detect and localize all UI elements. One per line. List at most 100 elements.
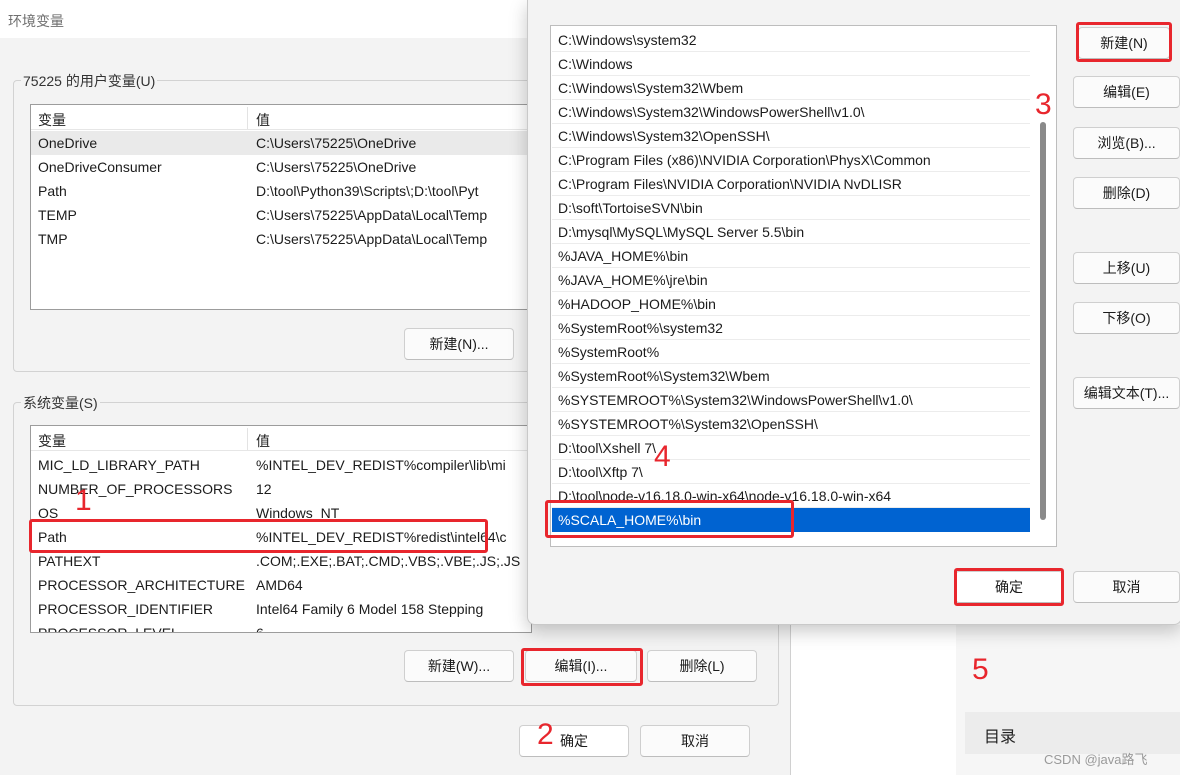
variable-name: NUMBER_OF_PROCESSORS bbox=[38, 481, 233, 497]
variable-name: PROCESSOR_IDENTIFIER bbox=[38, 601, 214, 617]
path-entry-row[interactable]: %SYSTEMROOT%\System32\OpenSSH\ bbox=[552, 412, 1030, 436]
variable-name: Path bbox=[38, 183, 67, 199]
path-entry-text: D:\tool\Xshell 7\ bbox=[558, 440, 657, 456]
watermark: CSDN @java路飞 bbox=[1044, 752, 1148, 767]
highlight-ok-button bbox=[954, 568, 1064, 606]
path-browse-button[interactable]: 浏览(B)... bbox=[1073, 127, 1180, 159]
system-variable-row[interactable]: MIC_LD_LIBRARY_PATH %INTEL_DEV_REDIST%co… bbox=[31, 453, 531, 477]
path-entry-text: C:\Windows\System32\OpenSSH\ bbox=[558, 128, 770, 144]
variable-name: TMP bbox=[38, 231, 68, 247]
column-header-value[interactable]: 值 bbox=[256, 431, 270, 451]
step-1-number: 1 bbox=[75, 484, 92, 517]
step-2-number: 2 bbox=[537, 718, 554, 751]
user-variable-row[interactable]: Path D:\tool\Python39\Scripts\;D:\tool\P… bbox=[31, 179, 531, 203]
system-variable-row[interactable]: PROCESSOR_IDENTIFIER Intel64 Family 6 Mo… bbox=[31, 597, 531, 621]
step-5-number: 5 bbox=[972, 653, 989, 686]
path-entry-row[interactable]: C:\Program Files (x86)\NVIDIA Corporatio… bbox=[552, 148, 1030, 172]
system-variables-label: 系统变量(S) bbox=[21, 393, 100, 413]
path-move-down-button[interactable]: 下移(O) bbox=[1073, 302, 1180, 334]
variable-value: %INTEL_DEV_REDIST%compiler\lib\mi bbox=[256, 457, 506, 473]
path-entry-text: C:\Program Files\NVIDIA Corporation\NVID… bbox=[558, 176, 902, 192]
variable-value: D:\tool\Python39\Scripts\;D:\tool\Pyt bbox=[256, 183, 479, 199]
env-ok-button[interactable]: 确定 bbox=[519, 725, 629, 757]
path-entry-text: %SystemRoot%\system32 bbox=[558, 320, 723, 336]
column-header-variable[interactable]: 变量 bbox=[38, 110, 66, 130]
path-entry-text: D:\mysql\MySQL\MySQL Server 5.5\bin bbox=[558, 224, 805, 240]
path-edit-text-button[interactable]: 编辑文本(T)... bbox=[1073, 377, 1180, 409]
path-move-up-button[interactable]: 上移(U) bbox=[1073, 252, 1180, 284]
path-entry-text: D:\tool\Xftp 7\ bbox=[558, 464, 643, 480]
user-variables-header: 变量 值 bbox=[31, 105, 531, 130]
variable-name: OneDrive bbox=[38, 135, 98, 151]
variable-value: C:\Users\75225\OneDrive bbox=[256, 159, 417, 175]
path-cancel-button[interactable]: 取消 bbox=[1073, 571, 1180, 603]
highlight-new-button bbox=[1076, 22, 1172, 62]
variable-name: OneDriveConsumer bbox=[38, 159, 162, 175]
path-entry-row[interactable]: C:\Windows bbox=[552, 52, 1030, 76]
user-variable-row[interactable]: OneDriveConsumer C:\Users\75225\OneDrive bbox=[31, 155, 531, 179]
path-delete-button[interactable]: 删除(D) bbox=[1073, 177, 1180, 209]
env-cancel-button[interactable]: 取消 bbox=[640, 725, 750, 757]
system-delete-button[interactable]: 删除(L) bbox=[647, 650, 757, 682]
path-edit-button[interactable]: 编辑(E) bbox=[1073, 76, 1180, 108]
path-entry-text: D:\soft\TortoiseSVN\bin bbox=[558, 200, 703, 216]
toc-label[interactable]: 目录 bbox=[984, 723, 1016, 747]
path-entry-text: %SYSTEMROOT%\System32\WindowsPowerShell\… bbox=[558, 392, 913, 408]
variable-name: PROCESSOR_LEVEL bbox=[38, 625, 179, 633]
path-entry-text: C:\Windows\System32\Wbem bbox=[558, 80, 744, 96]
path-entry-row[interactable]: %JAVA_HOME%\jre\bin bbox=[552, 268, 1030, 292]
variable-name: PATHEXT bbox=[38, 553, 101, 569]
variable-name: MIC_LD_LIBRARY_PATH bbox=[38, 457, 200, 473]
system-variables-header: 变量 值 bbox=[31, 426, 531, 451]
path-entry-row[interactable]: D:\soft\TortoiseSVN\bin bbox=[552, 196, 1030, 220]
path-entry-row[interactable]: D:\mysql\MySQL\MySQL Server 5.5\bin bbox=[552, 220, 1030, 244]
path-entry-text: %JAVA_HOME%\bin bbox=[558, 248, 689, 264]
variable-value: C:\Users\75225\AppData\Local\Temp bbox=[256, 231, 488, 247]
step-4-number: 4 bbox=[654, 440, 671, 473]
system-variable-row[interactable]: PROCESSOR_ARCHITECTURE AMD64 bbox=[31, 573, 531, 597]
variable-value: C:\Users\75225\OneDrive bbox=[256, 135, 417, 151]
user-variable-row[interactable]: TMP C:\Users\75225\AppData\Local\Temp bbox=[31, 227, 531, 251]
path-entry-row[interactable]: %SystemRoot% bbox=[552, 340, 1030, 364]
highlight-edit-button bbox=[521, 648, 643, 686]
variable-value: Intel64 Family 6 Model 158 Stepping bbox=[256, 601, 484, 617]
path-entry-text: C:\Windows bbox=[558, 56, 633, 72]
path-entry-row[interactable]: C:\Windows\System32\Wbem bbox=[552, 76, 1030, 100]
system-new-button[interactable]: 新建(W)... bbox=[404, 650, 514, 682]
user-variable-row[interactable]: TEMP C:\Users\75225\AppData\Local\Temp bbox=[31, 203, 531, 227]
path-entry-row[interactable]: %SYSTEMROOT%\System32\WindowsPowerShell\… bbox=[552, 388, 1030, 412]
path-entry-text: C:\Windows\System32\WindowsPowerShell\v1… bbox=[558, 104, 865, 120]
path-entry-row[interactable]: D:\tool\Xshell 7\ bbox=[552, 436, 1030, 460]
path-entry-row[interactable]: C:\Windows\system32 bbox=[552, 28, 1030, 52]
path-entry-text: C:\Windows\system32 bbox=[558, 32, 697, 48]
path-entry-text: %HADOOP_HOME%\bin bbox=[558, 296, 716, 312]
user-variables-list[interactable]: 变量 值 OneDrive C:\Users\75225\OneDrive On… bbox=[30, 104, 532, 310]
user-new-button[interactable]: 新建(N)... bbox=[404, 328, 514, 360]
variable-value: AMD64 bbox=[256, 577, 303, 593]
path-list-scrollbar[interactable] bbox=[1040, 122, 1046, 520]
user-variable-row[interactable]: OneDrive C:\Users\75225\OneDrive bbox=[31, 131, 531, 155]
path-entry-row[interactable]: %JAVA_HOME%\bin bbox=[552, 244, 1030, 268]
variable-value: .COM;.EXE;.BAT;.CMD;.VBS;.VBE;.JS;.JS bbox=[256, 553, 521, 569]
variable-name: TEMP bbox=[38, 207, 77, 223]
path-entry-row[interactable]: C:\Windows\System32\OpenSSH\ bbox=[552, 124, 1030, 148]
path-entry-row[interactable]: %HADOOP_HOME%\bin bbox=[552, 292, 1030, 316]
variable-name: PROCESSOR_ARCHITECTURE bbox=[38, 577, 245, 593]
path-entries-list[interactable]: C:\Windows\system32 C:\Windows C:\Windows\… bbox=[550, 25, 1057, 547]
variable-value: 12 bbox=[256, 481, 272, 497]
step-3-number: 3 bbox=[1035, 88, 1052, 121]
path-entry-row[interactable]: %SystemRoot%\system32 bbox=[552, 316, 1030, 340]
path-entry-row[interactable]: C:\Program Files\NVIDIA Corporation\NVID… bbox=[552, 172, 1030, 196]
system-variable-row[interactable]: NUMBER_OF_PROCESSORS 12 bbox=[31, 477, 531, 501]
path-entry-text: %SystemRoot%\System32\Wbem bbox=[558, 368, 770, 384]
column-header-value[interactable]: 值 bbox=[256, 110, 270, 130]
env-dialog-title: 环境变量 bbox=[8, 13, 64, 29]
path-entry-row[interactable]: %SystemRoot%\System32\Wbem bbox=[552, 364, 1030, 388]
system-variable-row[interactable]: PROCESSOR_LEVEL 6 bbox=[31, 621, 531, 633]
path-entry-row[interactable]: C:\Windows\System32\WindowsPowerShell\v1… bbox=[552, 100, 1030, 124]
path-entry-text: C:\Program Files (x86)\NVIDIA Corporatio… bbox=[558, 152, 931, 168]
path-entry-text: %SystemRoot% bbox=[558, 344, 660, 360]
column-header-variable[interactable]: 变量 bbox=[38, 431, 66, 451]
path-entry-row[interactable]: D:\tool\Xftp 7\ bbox=[552, 460, 1030, 484]
path-entry-text: %SYSTEMROOT%\System32\OpenSSH\ bbox=[558, 416, 818, 432]
